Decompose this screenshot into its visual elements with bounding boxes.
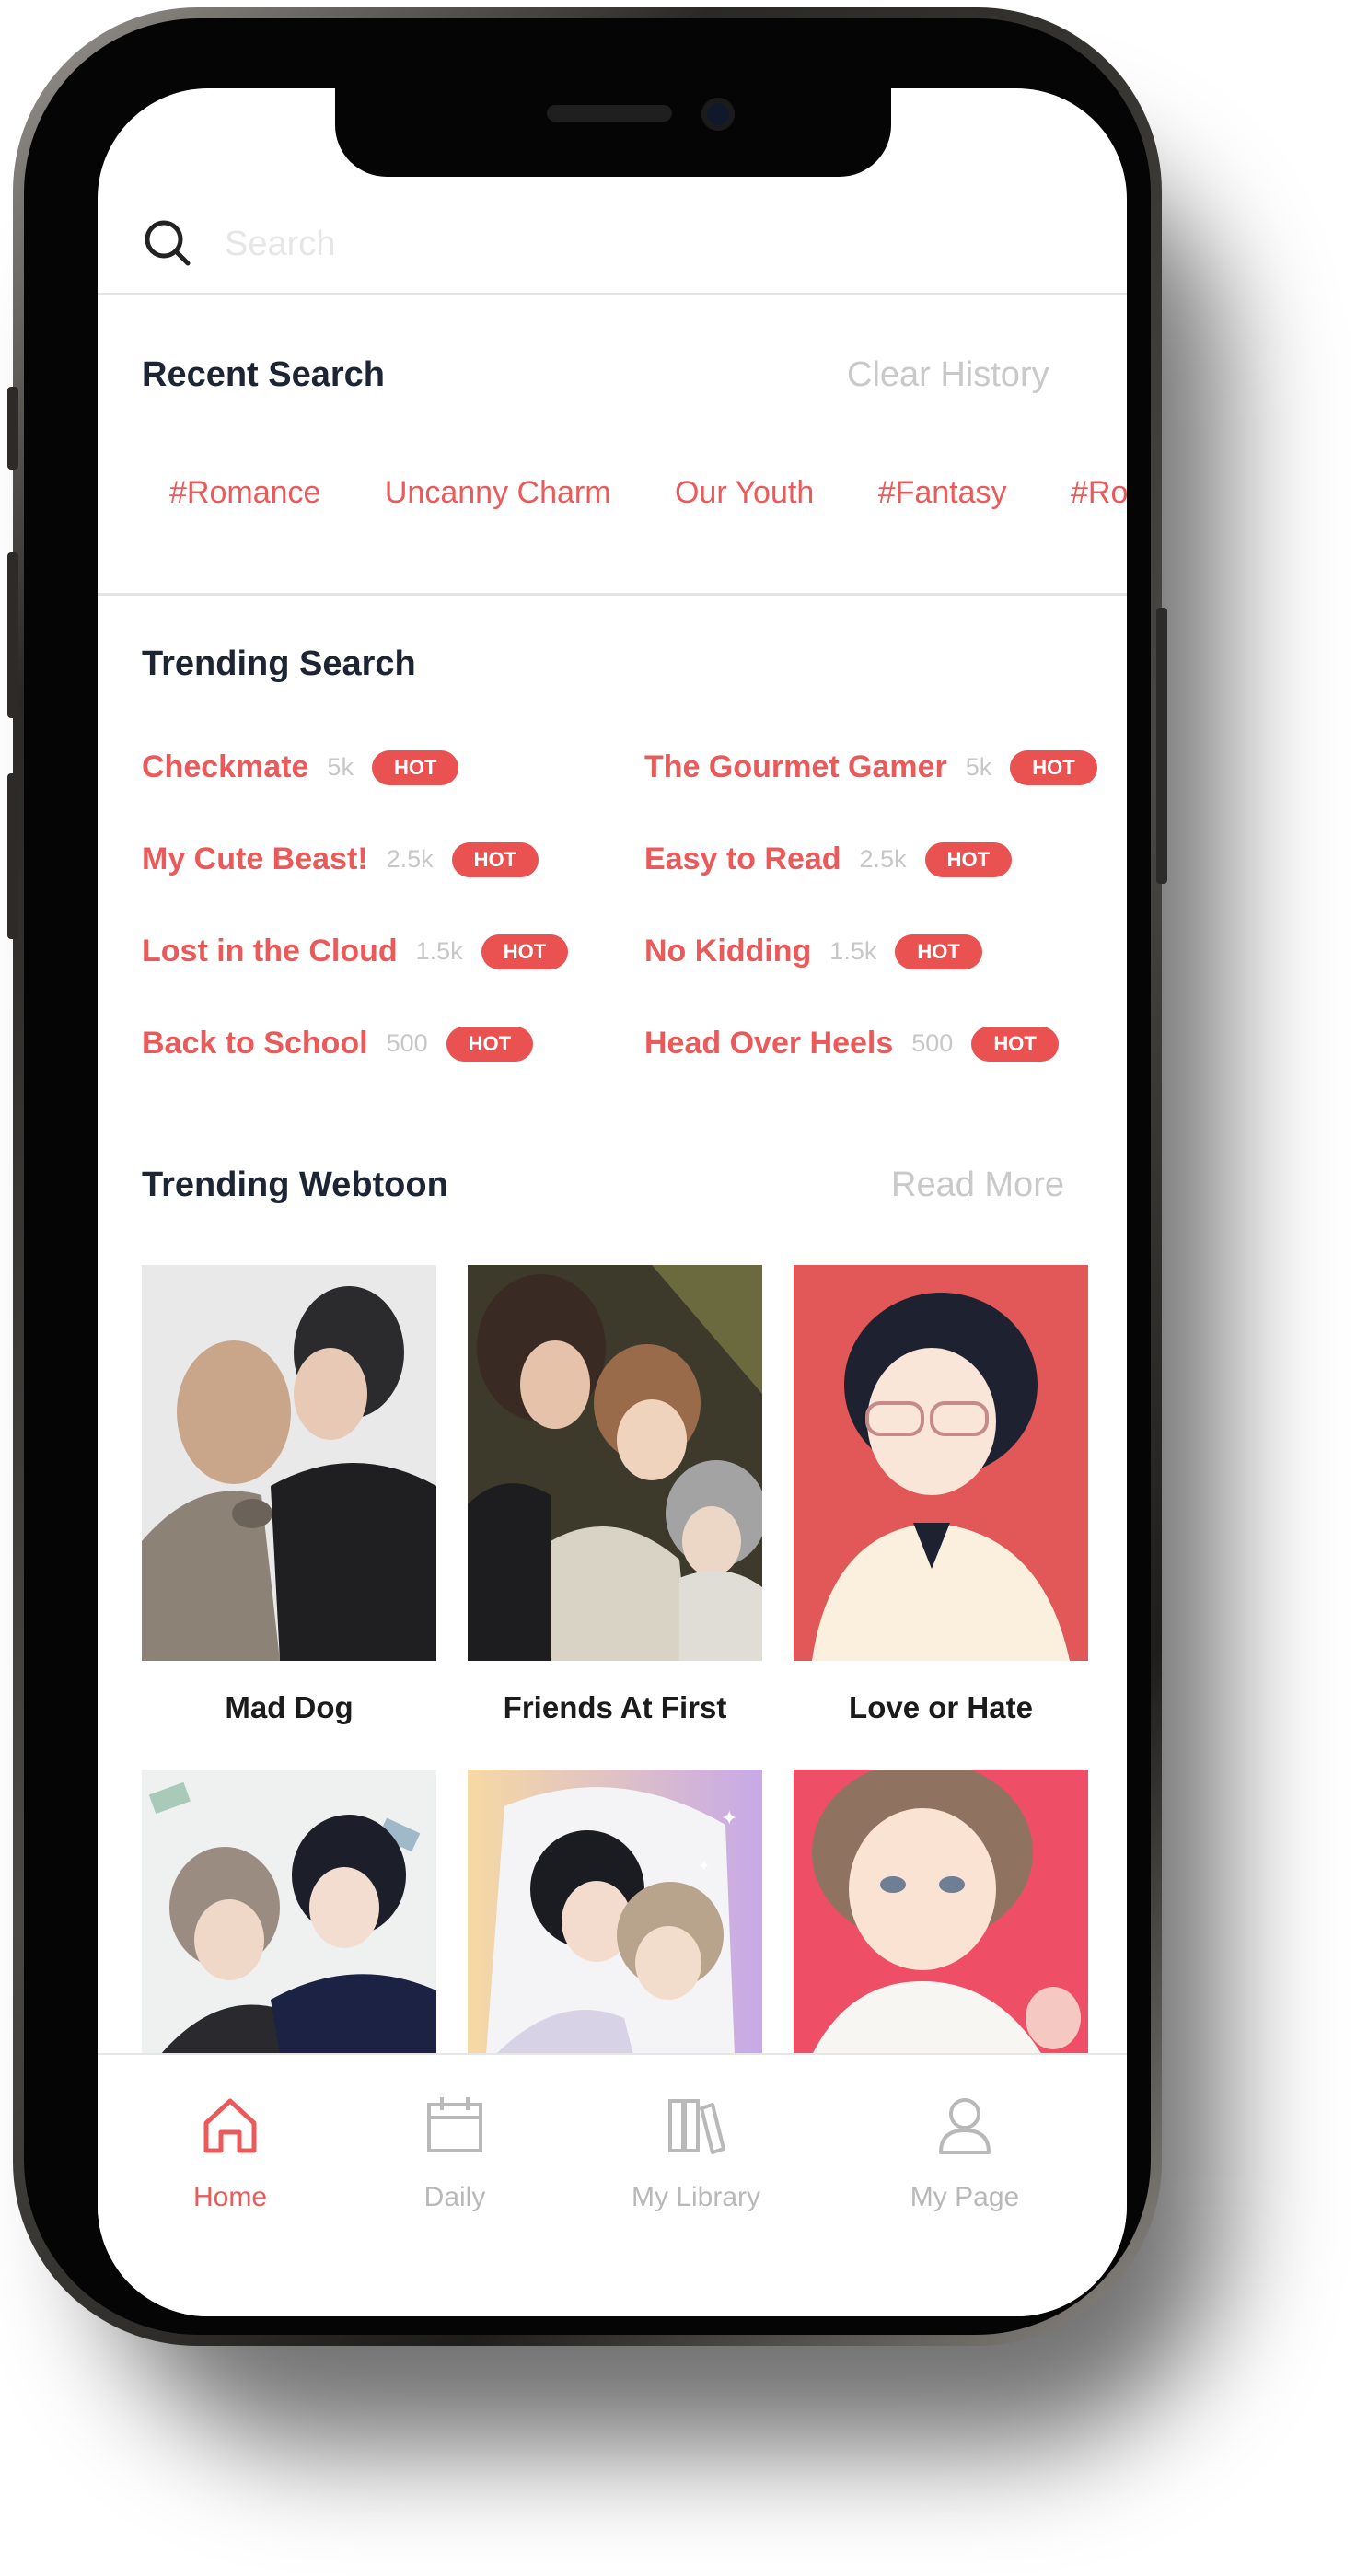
hot-badge: HOT	[1010, 749, 1097, 785]
phone-screen: Recent Search Clear History #Romance Unc…	[98, 88, 1127, 2316]
hot-badge: HOT	[446, 1026, 534, 1062]
trend-title: Lost in the Cloud	[142, 934, 398, 969]
webtoon-card-friends-at-first[interactable]: Friends At First	[468, 1265, 762, 1725]
trending-search-item[interactable]: Lost in the Cloud 1.5k HOT	[142, 934, 569, 969]
recent-search-title: Recent Search	[142, 355, 386, 394]
home-icon	[203, 2098, 257, 2153]
nav-label: My Library	[631, 2182, 761, 2212]
trend-count: 5k	[327, 753, 354, 781]
search-bar	[98, 190, 1127, 295]
trend-count: 2.5k	[859, 845, 907, 873]
webtoon-card[interactable]: ✦ ✦	[468, 1770, 762, 2055]
notch	[335, 88, 891, 177]
section-divider	[98, 593, 1127, 596]
recent-tag[interactable]: Our Youth	[675, 475, 814, 511]
trend-count: 1.5k	[829, 937, 877, 965]
trending-search-item[interactable]: Easy to Read 2.5k HOT	[644, 841, 1013, 877]
trending-search-item[interactable]: The Gourmet Gamer 5k HOT	[644, 749, 1097, 785]
silent-switch	[7, 387, 18, 470]
recent-tag[interactable]: Uncanny Charm	[385, 475, 611, 511]
recent-tag[interactable]: #Fantasy	[878, 475, 1007, 511]
trending-search-item[interactable]: Head Over Heels 500 HOT	[644, 1026, 1059, 1062]
calendar-icon	[427, 2097, 482, 2152]
read-more-link[interactable]: Read More	[891, 1166, 1064, 1205]
trend-title: Checkmate	[142, 749, 309, 784]
trend-title: Head Over Heels	[644, 1026, 894, 1061]
hot-badge: HOT	[895, 934, 982, 969]
search-icon[interactable]	[142, 217, 193, 269]
webtoon-card-love-or-hate[interactable]: Love or Hate	[794, 1265, 1088, 1725]
nav-item-home[interactable]: Home	[129, 2092, 331, 2213]
trend-count: 500	[386, 1029, 428, 1057]
earpiece-speaker	[547, 105, 672, 122]
trend-title: My Cute Beast!	[142, 841, 368, 876]
svg-text:✦: ✦	[721, 1806, 737, 1829]
webtoon-cover	[142, 1770, 436, 2055]
bottom-nav: Home Daily My Library My Page	[98, 2053, 1127, 2316]
hot-badge: HOT	[451, 841, 539, 877]
webtoon-cover: ✦ ✦	[468, 1770, 762, 2055]
webtoon-card[interactable]	[142, 1770, 436, 2055]
volume-up-button	[7, 552, 18, 718]
clear-history-button[interactable]: Clear History	[847, 355, 1049, 395]
trending-search-item[interactable]: My Cute Beast! 2.5k HOT	[142, 841, 539, 877]
library-icon	[668, 2099, 725, 2154]
hot-badge: HOT	[481, 934, 569, 969]
nav-label: My Page	[910, 2182, 1020, 2212]
trend-count: 2.5k	[386, 845, 434, 873]
webtoon-card-mad-dog[interactable]: Mad Dog	[142, 1265, 436, 1725]
trend-count: 5k	[965, 753, 992, 781]
nav-item-daily[interactable]: Daily	[354, 2092, 556, 2213]
hot-badge: HOT	[371, 749, 459, 785]
trend-title: No Kidding	[644, 934, 812, 969]
nav-item-my-library[interactable]: My Library	[595, 2092, 797, 2213]
trend-title: Back to School	[142, 1026, 368, 1061]
trending-search-item[interactable]: No Kidding 1.5k HOT	[644, 934, 982, 969]
nav-item-my-page[interactable]: My Page	[864, 2092, 1066, 2213]
phone-bezel: Recent Search Clear History #Romance Unc…	[24, 18, 1151, 2335]
webtoon-title: Love or Hate	[849, 1690, 1033, 1724]
trend-count: 1.5k	[415, 937, 463, 965]
webtoon-cover	[142, 1265, 436, 1661]
hot-badge: HOT	[924, 841, 1013, 877]
svg-text:✦: ✦	[698, 1859, 710, 1874]
trend-title: The Gourmet Gamer	[644, 749, 947, 784]
user-icon	[939, 2098, 991, 2154]
recent-tags-list: #Romance Uncanny Charm Our Youth #Fantas…	[169, 475, 1127, 511]
nav-label: Home	[192, 2182, 268, 2212]
search-input[interactable]	[223, 214, 1055, 274]
recent-tag[interactable]: #Romance	[1071, 475, 1127, 511]
webtoon-title: Mad Dog	[225, 1690, 354, 1724]
trending-search-title: Trending Search	[142, 644, 416, 683]
webtoon-title: Friends At First	[503, 1690, 727, 1724]
trending-search-item[interactable]: Back to School 500 HOT	[142, 1026, 534, 1062]
trend-count: 500	[911, 1029, 954, 1057]
trending-webtoon-title: Trending Webtoon	[142, 1166, 448, 1204]
webtoon-cover	[794, 1770, 1088, 2055]
volume-down-button	[7, 773, 18, 939]
front-camera	[701, 98, 735, 131]
webtoon-cover	[468, 1265, 762, 1661]
hot-badge: HOT	[971, 1026, 1059, 1062]
webtoon-cover	[794, 1265, 1088, 1661]
recent-tag[interactable]: #Romance	[169, 475, 320, 511]
nav-label: Daily	[423, 2182, 486, 2212]
trending-search-item[interactable]: Checkmate 5k HOT	[142, 749, 459, 785]
trend-title: Easy to Read	[644, 841, 841, 876]
webtoon-card[interactable]	[794, 1770, 1088, 2055]
power-button	[1156, 608, 1167, 884]
